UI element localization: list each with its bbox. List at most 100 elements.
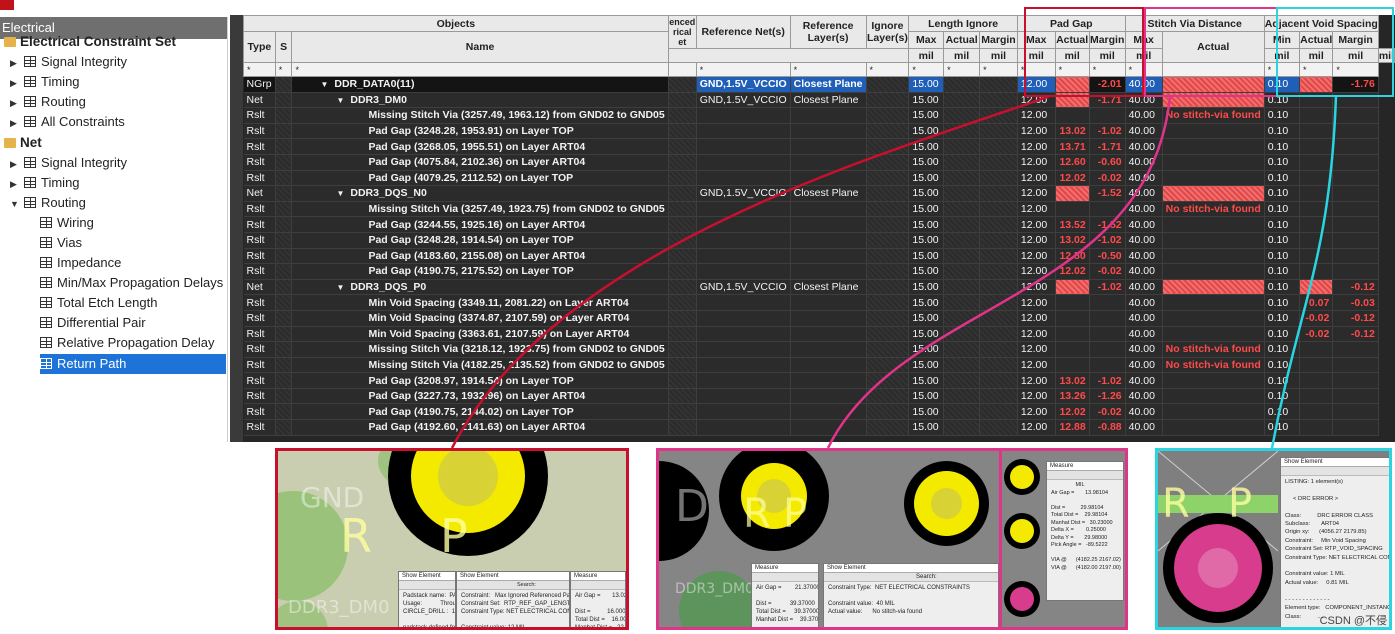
avact-cell[interactable] <box>1299 76 1334 93</box>
filter-cell[interactable]: * <box>1332 62 1379 77</box>
lmax-cell[interactable]: 15.00 <box>908 419 945 436</box>
empty-cell[interactable] <box>943 357 981 374</box>
pgact-cell[interactable]: 13.02 <box>1055 372 1090 389</box>
reflayer-cell[interactable] <box>790 154 867 171</box>
lmax-cell[interactable]: 15.00 <box>908 263 945 280</box>
type-cell[interactable]: Net <box>243 185 276 202</box>
refnet-cell[interactable] <box>696 326 791 343</box>
avmar-cell[interactable] <box>1332 388 1379 405</box>
pgact-cell[interactable] <box>1055 357 1090 374</box>
type-cell[interactable]: Rslt <box>243 372 276 389</box>
col-group-pad-gap[interactable]: Pad Gap <box>1016 15 1126 32</box>
pgact-cell[interactable] <box>1055 341 1090 358</box>
empty-cell[interactable] <box>866 201 910 218</box>
reflayer-cell[interactable] <box>790 357 867 374</box>
avact-cell[interactable] <box>1299 263 1334 280</box>
empty-cell[interactable] <box>668 123 697 140</box>
expand-arrow-icon[interactable]: ▶ <box>10 93 20 113</box>
empty-cell[interactable] <box>979 248 1018 265</box>
svact-cell[interactable]: No stitch-via found <box>1162 107 1265 124</box>
reflayer-cell[interactable] <box>790 263 867 280</box>
svmax-cell[interactable]: 40.00 <box>1125 92 1163 109</box>
lmax-cell[interactable]: 15.00 <box>908 357 945 374</box>
tree-item-electrical-constraint-set[interactable]: Electrical Constraint Set <box>4 32 176 52</box>
empty-cell[interactable] <box>943 388 981 405</box>
col-length-max[interactable]: Max <box>908 31 945 49</box>
svmax-cell[interactable]: 40.00 <box>1125 248 1163 265</box>
empty-cell[interactable] <box>866 185 910 202</box>
table-row[interactable]: Rslt Pad Gap (3248.28, 1953.91) on Layer … <box>243 123 1395 140</box>
object-name-cell[interactable]: ▼ DDR3_DQS_N0 <box>291 185 669 202</box>
expand-arrow-icon[interactable]: ▶ <box>10 73 20 93</box>
col-padgap-margin[interactable]: Margin <box>1088 31 1126 49</box>
filter-cell[interactable]: * <box>1054 62 1090 77</box>
expand-arrow-icon[interactable]: ▼ <box>10 194 20 214</box>
empty-cell[interactable] <box>866 232 910 249</box>
empty-cell[interactable] <box>275 341 293 358</box>
avmin-cell[interactable]: 0.10 <box>1264 388 1301 405</box>
tree-item-timing[interactable]: ▶ Timing <box>10 72 80 92</box>
empty-cell[interactable] <box>943 232 981 249</box>
empty-cell[interactable] <box>943 123 981 140</box>
pgmar-cell[interactable] <box>1089 326 1126 343</box>
avmin-cell[interactable]: 0.10 <box>1264 372 1301 389</box>
avmar-cell[interactable]: -1.76 <box>1332 76 1379 93</box>
svact-cell[interactable] <box>1162 263 1265 280</box>
reflayer-cell[interactable] <box>790 341 867 358</box>
object-name-cell[interactable]: Pad Gap (4190.75, 2144.02) on Layer TOP <box>291 403 669 421</box>
pgmar-cell[interactable]: -1.02 <box>1089 123 1126 140</box>
empty-cell[interactable] <box>979 92 1018 109</box>
pgact-cell[interactable]: 12.02 <box>1055 403 1090 421</box>
type-cell[interactable]: Net <box>243 92 276 109</box>
type-cell[interactable]: Rslt <box>243 326 276 343</box>
object-name-cell[interactable]: Missing Stitch Via (3257.49, 1963.12) fr… <box>291 107 669 124</box>
avmin-cell[interactable]: 0.10 <box>1264 310 1301 327</box>
empty-cell[interactable] <box>943 294 981 311</box>
type-cell[interactable]: Rslt <box>243 170 276 187</box>
filter-cell[interactable]: * <box>243 62 276 77</box>
refnet-cell[interactable]: GND,1.5V_VCCIO <box>696 76 791 93</box>
empty-cell[interactable] <box>979 403 1018 421</box>
object-name-cell[interactable]: Missing Stitch Via (3257.49, 1923.75) fr… <box>291 201 669 218</box>
empty-cell[interactable] <box>943 154 981 171</box>
avmar-cell[interactable] <box>1332 248 1379 265</box>
refnet-cell[interactable] <box>696 201 791 218</box>
reflayer-cell[interactable] <box>790 403 867 421</box>
col-ignore-layers[interactable]: Ignore Layer(s) <box>865 15 910 49</box>
col-padgap-max[interactable]: Max <box>1016 31 1056 49</box>
empty-cell[interactable] <box>668 138 697 155</box>
lmax-cell[interactable]: 15.00 <box>908 216 945 233</box>
object-name-cell[interactable]: ▼ DDR3_DM0 <box>291 92 669 109</box>
svmax-cell[interactable]: 40.00 <box>1125 170 1163 187</box>
avmar-cell[interactable] <box>1332 372 1379 389</box>
pgact-cell[interactable]: 12.02 <box>1055 263 1090 280</box>
pgact-cell[interactable] <box>1055 92 1090 109</box>
svmax-cell[interactable]: 40.00 <box>1125 185 1163 202</box>
refnet-cell[interactable] <box>696 248 791 265</box>
pgmar-cell[interactable]: -1.71 <box>1089 138 1126 155</box>
empty-cell[interactable] <box>979 388 1018 405</box>
empty-cell[interactable] <box>979 154 1018 171</box>
empty-cell[interactable] <box>979 326 1018 343</box>
avact-cell[interactable] <box>1299 341 1334 358</box>
refnet-cell[interactable] <box>696 138 791 155</box>
avmar-cell[interactable] <box>1332 92 1379 109</box>
reflayer-cell[interactable] <box>790 310 867 327</box>
svact-cell[interactable] <box>1162 232 1265 249</box>
avmin-cell[interactable]: 0.10 <box>1264 138 1301 155</box>
avmin-cell[interactable]: 0.10 <box>1264 216 1301 233</box>
pgmax-cell[interactable]: 12.00 <box>1017 201 1056 218</box>
empty-cell[interactable] <box>668 326 697 343</box>
tree-item-routing[interactable]: ▶ Routing <box>10 92 86 112</box>
pgmax-cell[interactable]: 12.00 <box>1017 294 1056 311</box>
filter-cell[interactable] <box>1161 62 1265 77</box>
empty-cell[interactable] <box>275 279 293 296</box>
empty-cell[interactable] <box>866 341 910 358</box>
table-row[interactable]: Rslt Missing Stitch Via (3257.49, 1963.12… <box>243 107 1395 124</box>
pgact-cell[interactable] <box>1055 326 1090 343</box>
lmax-cell[interactable]: 15.00 <box>908 185 945 202</box>
refnet-cell[interactable] <box>696 310 791 327</box>
table-row[interactable]: Net ▼ DDR3_DQS_P0 GND,1.5V_VCCIO Closest Pla… <box>243 279 1395 296</box>
empty-cell[interactable] <box>943 107 981 124</box>
col-void-actual[interactable]: Actual <box>1299 31 1334 49</box>
